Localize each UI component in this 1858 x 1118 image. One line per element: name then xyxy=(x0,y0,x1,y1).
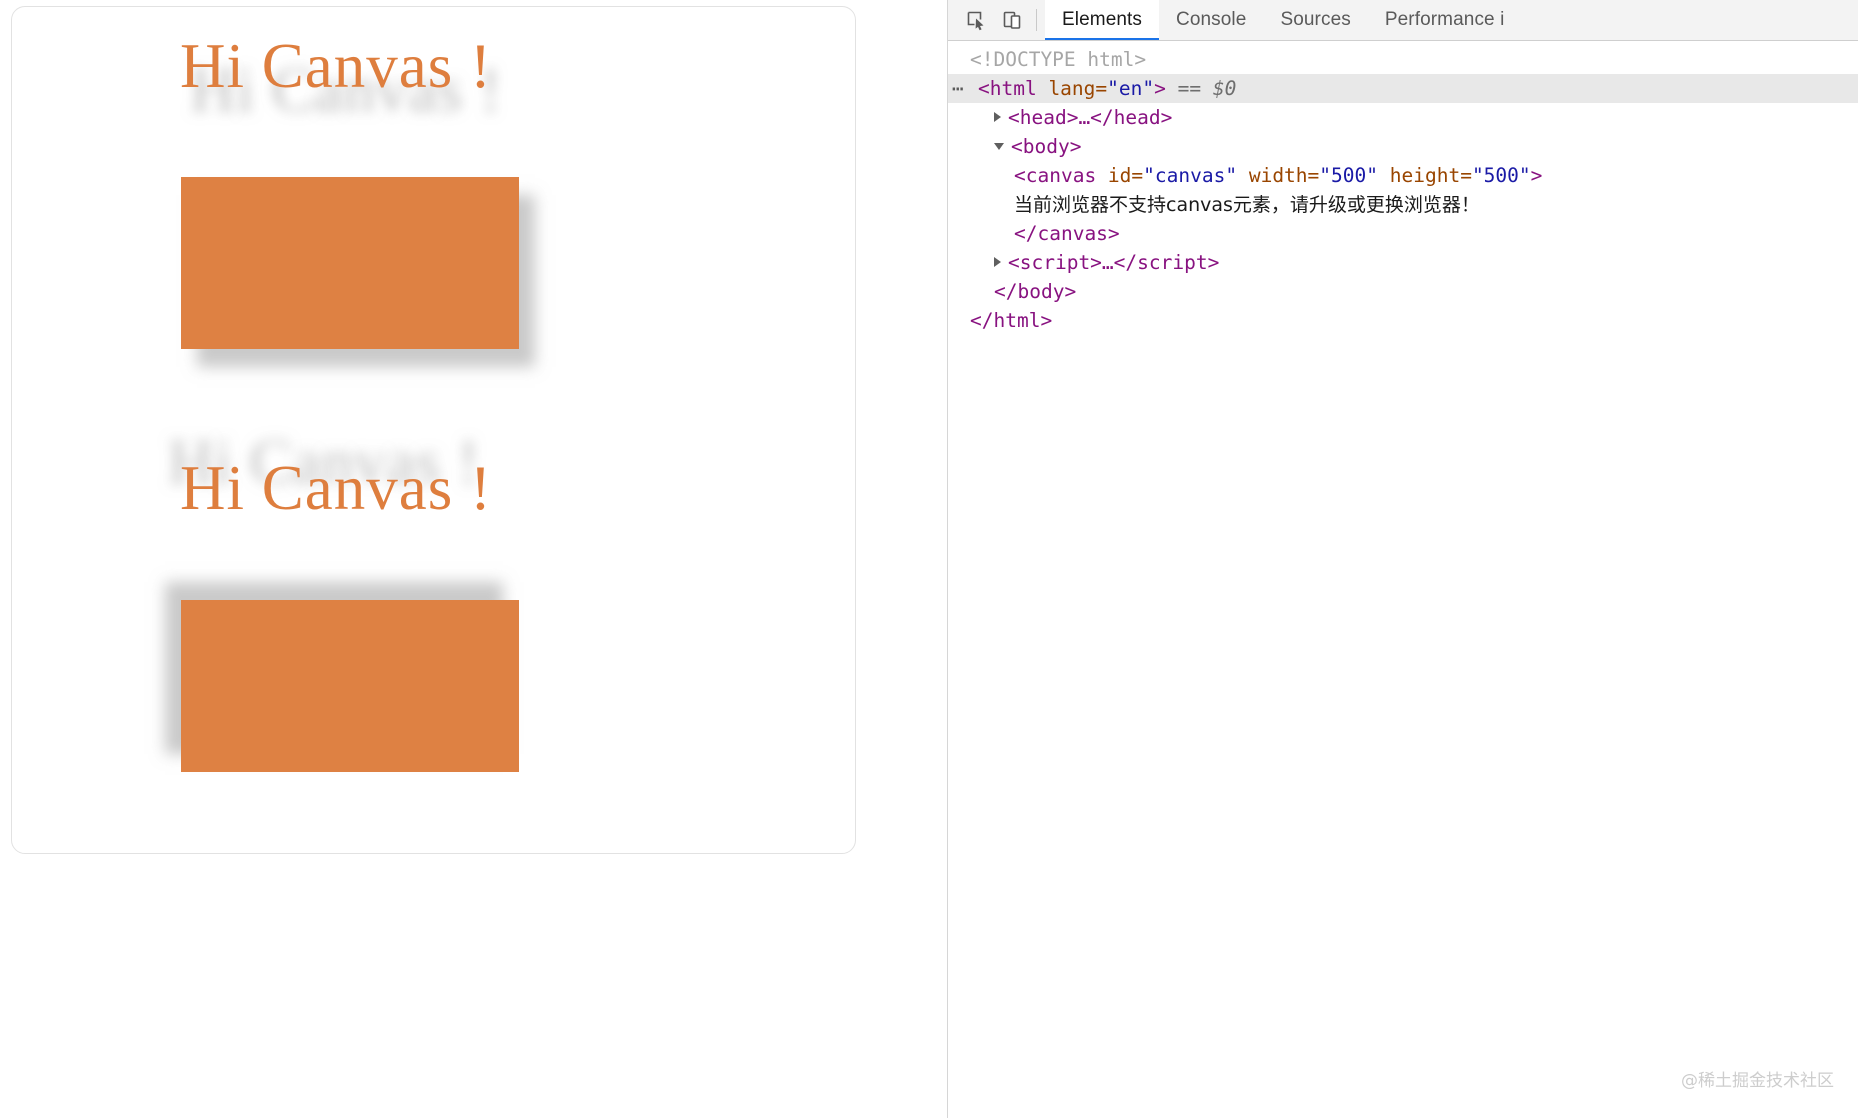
canvas-attr-height-eq: = xyxy=(1460,164,1472,187)
app-root: Hi Canvas ! Hi Canvas ! xyxy=(0,0,1858,1118)
dom-node-html[interactable]: ⋯ <html lang="en"> == $0 xyxy=(948,74,1858,103)
devtools-tab-bar: Elements Console Sources Performance i xyxy=(1045,0,1521,40)
html-attr-lang-eq: = xyxy=(1095,77,1107,100)
watermark-text: @稀土掘金技术社区 xyxy=(1681,1067,1834,1096)
dom-node-head[interactable]: <head>…</head> xyxy=(948,103,1858,132)
canvas-drawing-stage: Hi Canvas ! Hi Canvas ! xyxy=(12,7,855,853)
canvas-attr-width-name: width xyxy=(1237,164,1307,187)
chevron-right-icon[interactable] xyxy=(994,112,1001,122)
script-line-text: <script>…</script> xyxy=(1008,251,1219,274)
canvas-close-text: </canvas> xyxy=(1014,222,1120,245)
canvas-attr-id-name: id xyxy=(1096,164,1131,187)
head-line-text: <head>…</head> xyxy=(1008,106,1172,129)
html-tag-open: <html xyxy=(978,77,1037,100)
dom-node-canvas-close[interactable]: </canvas> xyxy=(948,219,1858,248)
canvas-text-top: Hi Canvas ! xyxy=(180,35,492,98)
body-close-text: </body> xyxy=(994,280,1076,303)
canvas-attr-height-name: height xyxy=(1378,164,1460,187)
canvas-rect-bottom xyxy=(181,600,519,772)
dom-tree[interactable]: <!DOCTYPE html> ⋯ <html lang="en"> == $0… xyxy=(948,41,1858,1118)
dom-node-canvas-open[interactable]: <canvas id="canvas" width="500" height="… xyxy=(948,161,1858,190)
device-toolbar-icon[interactable] xyxy=(994,0,1030,40)
canvas-tag-gt: > xyxy=(1531,164,1543,187)
doctype-text: <!DOCTYPE html> xyxy=(970,48,1146,71)
canvas-fallback-text: 当前浏览器不支持canvas元素，请升级或更换浏览器！ xyxy=(1014,194,1480,216)
canvas-rect-top xyxy=(181,177,519,349)
tab-performance-insights[interactable]: Performance i xyxy=(1368,0,1522,40)
dom-node-doctype[interactable]: <!DOCTYPE html> xyxy=(948,45,1858,74)
canvas-attr-width-value: "500" xyxy=(1319,164,1378,187)
html-tag-gt: > xyxy=(1154,77,1166,100)
html-attr-lang-name: lang xyxy=(1037,77,1096,100)
canvas-text-bottom: Hi Canvas ! xyxy=(180,457,492,520)
html-close-text: </html> xyxy=(970,309,1052,332)
body-open-text: <body> xyxy=(1011,135,1081,158)
html-equals-marker: == xyxy=(1178,77,1201,100)
dom-node-body-close[interactable]: </body> xyxy=(948,277,1858,306)
canvas-attr-id-value: "canvas" xyxy=(1143,164,1237,187)
dom-node-canvas-fallback-text[interactable]: 当前浏览器不支持canvas元素，请升级或更换浏览器！ xyxy=(948,190,1858,219)
dom-node-body-open[interactable]: <body> xyxy=(948,132,1858,161)
inspect-cursor-icon[interactable] xyxy=(958,0,994,40)
tab-console[interactable]: Console xyxy=(1159,0,1263,40)
tab-elements[interactable]: Elements xyxy=(1045,0,1159,40)
chevron-down-icon[interactable] xyxy=(994,143,1004,150)
html-dollar-zero: $0 xyxy=(1213,77,1236,100)
toolbar-divider xyxy=(1036,9,1037,31)
canvas-attr-id-eq: = xyxy=(1131,164,1143,187)
canvas-tag-open: <canvas xyxy=(1014,164,1096,187)
canvas-attr-width-eq: = xyxy=(1308,164,1320,187)
page-viewport: Hi Canvas ! Hi Canvas ! xyxy=(0,0,947,1118)
dom-node-script[interactable]: <script>…</script> xyxy=(948,248,1858,277)
html-attr-lang-value: "en" xyxy=(1107,77,1154,100)
devtools-toolbar: Elements Console Sources Performance i xyxy=(948,0,1858,41)
html-collapse-dots: ⋯ xyxy=(952,74,963,103)
tab-sources[interactable]: Sources xyxy=(1263,0,1367,40)
canvas-element[interactable]: Hi Canvas ! Hi Canvas ! xyxy=(11,6,856,854)
chevron-right-icon[interactable] xyxy=(994,257,1001,267)
canvas-attr-height-value: "500" xyxy=(1472,164,1531,187)
dom-node-html-close[interactable]: </html> xyxy=(948,306,1858,335)
devtools-panel: Elements Console Sources Performance i <… xyxy=(947,0,1858,1118)
